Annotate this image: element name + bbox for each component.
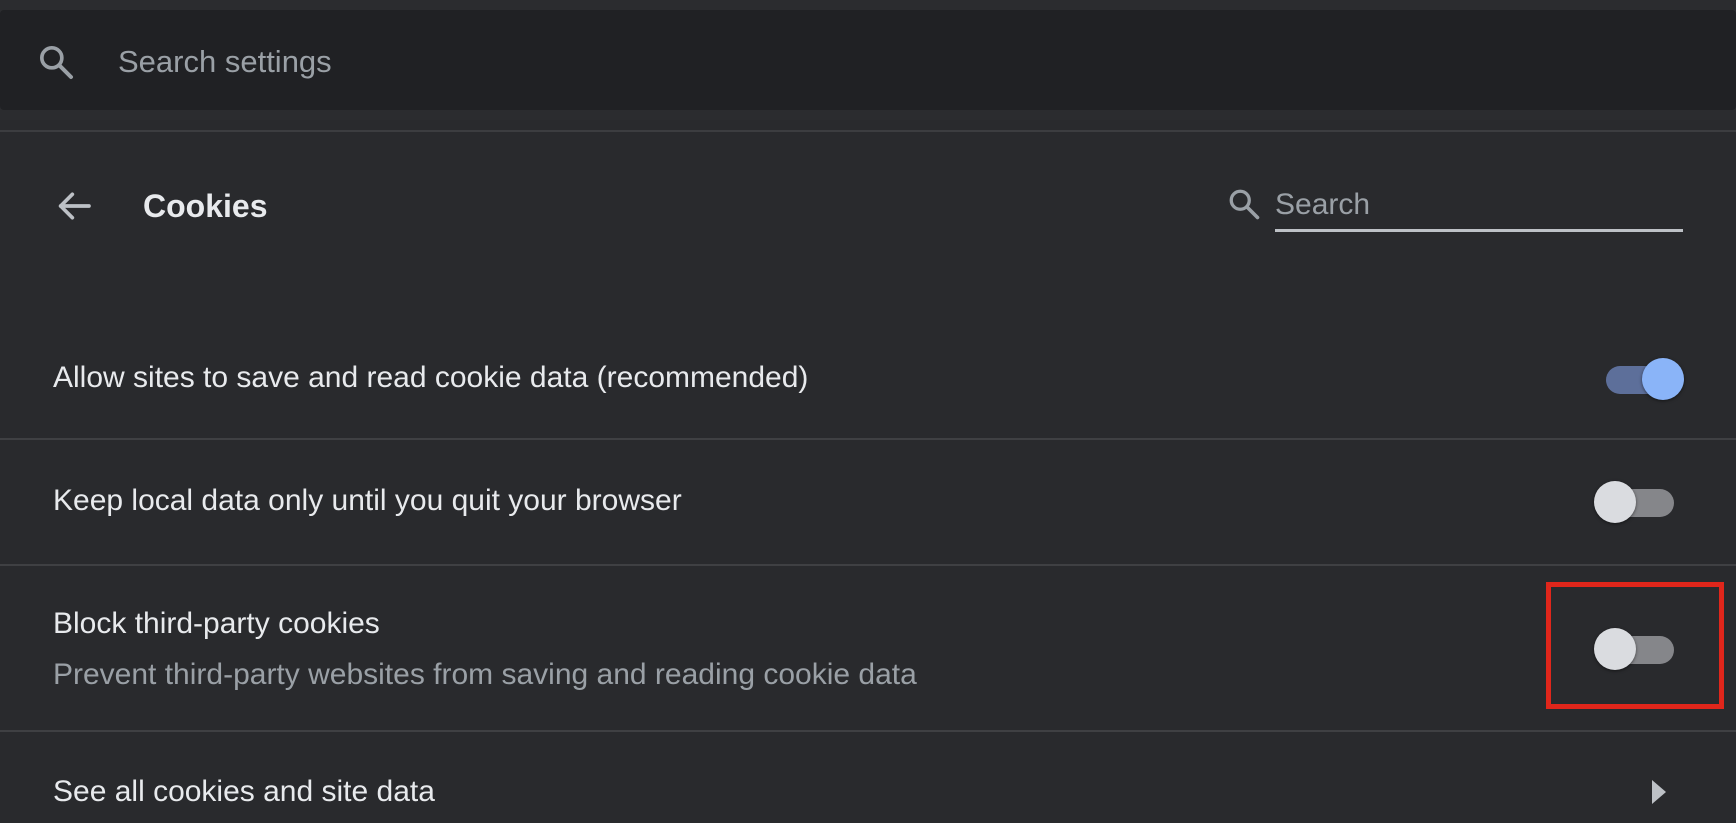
highlight-annotation — [1546, 582, 1724, 709]
toggle-knob — [1642, 358, 1684, 400]
setting-label: Keep local data only until you quit your… — [53, 484, 682, 517]
search-settings-input[interactable] — [118, 40, 1618, 84]
search-icon — [40, 46, 73, 79]
keep-local-data-toggle[interactable] — [1594, 481, 1678, 525]
chevron-right-icon[interactable] — [1648, 780, 1668, 804]
cookies-settings-page: Cookies Allow sites to save and read coo… — [0, 0, 1736, 823]
top-search-container — [0, 10, 1736, 110]
setting-label: See all cookies and site data — [53, 775, 435, 808]
search-icon — [1229, 189, 1260, 220]
back-arrow-icon[interactable] — [52, 186, 96, 226]
allow-cookies-toggle[interactable] — [1600, 358, 1684, 402]
setting-description: Prevent third-party websites from saving… — [53, 658, 917, 691]
cookies-search-input[interactable] — [1275, 180, 1683, 232]
setting-row-allow-cookies: Allow sites to save and read cookie data… — [0, 316, 1736, 440]
toggle-knob — [1594, 481, 1636, 523]
page-title: Cookies — [143, 188, 268, 224]
setting-row-see-all-cookies[interactable]: See all cookies and site data — [0, 732, 1736, 823]
top-search-bar — [0, 0, 1736, 120]
setting-label: Allow sites to save and read cookie data… — [53, 361, 809, 394]
divider — [0, 130, 1736, 132]
setting-row-keep-local-data: Keep local data only until you quit your… — [0, 440, 1736, 566]
setting-row-block-third-party: Block third-party cookies Prevent third-… — [0, 566, 1736, 732]
setting-label: Block third-party cookies — [53, 607, 380, 640]
